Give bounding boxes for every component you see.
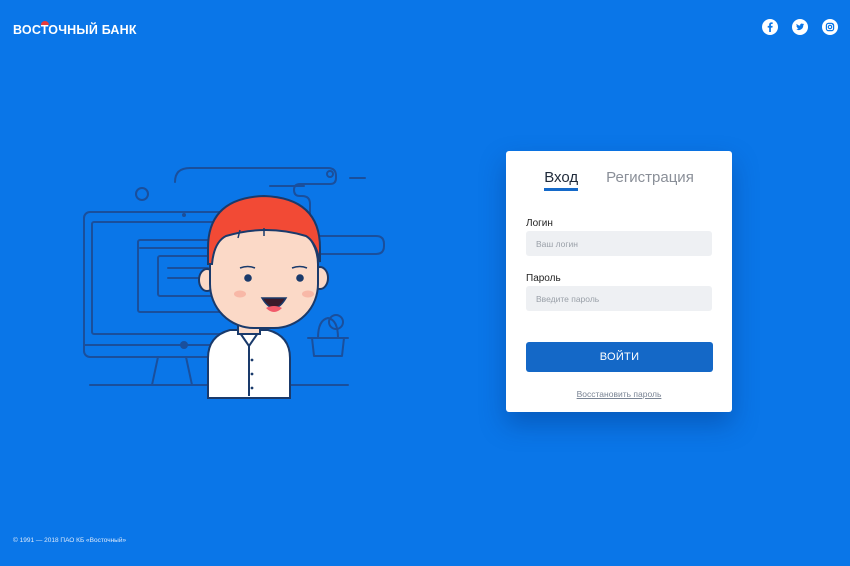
hero-illustration <box>80 160 390 400</box>
tab-registration[interactable]: Регистрация <box>606 169 694 191</box>
login-input[interactable] <box>526 231 712 256</box>
facebook-icon[interactable] <box>762 19 778 35</box>
person-at-computer-illustration <box>83 167 385 399</box>
tab-login[interactable]: Вход <box>544 169 579 191</box>
password-input[interactable] <box>526 286 712 311</box>
login-label: Логин <box>526 218 553 229</box>
login-card: Вход Регистрация Логин Пароль ВОЙТИ Восс… <box>506 151 732 412</box>
social-links <box>762 19 838 35</box>
twitter-icon[interactable] <box>792 19 808 35</box>
instagram-icon[interactable] <box>822 19 838 35</box>
restore-password-link[interactable]: Восстановить пароль <box>506 389 732 399</box>
bank-logo[interactable]: ВОСТОЧНЫЙ БАНК <box>13 21 137 39</box>
auth-tabs: Вход Регистрация <box>506 169 732 191</box>
login-button[interactable]: ВОЙТИ <box>526 342 713 372</box>
footer-copyright: © 1991 — 2018 ПАО КБ «Восточный» <box>13 537 127 544</box>
logo-text: ВОСТОЧНЫЙ БАНК <box>13 23 137 37</box>
logo-mark-icon <box>41 21 49 25</box>
password-label: Пароль <box>526 273 561 284</box>
